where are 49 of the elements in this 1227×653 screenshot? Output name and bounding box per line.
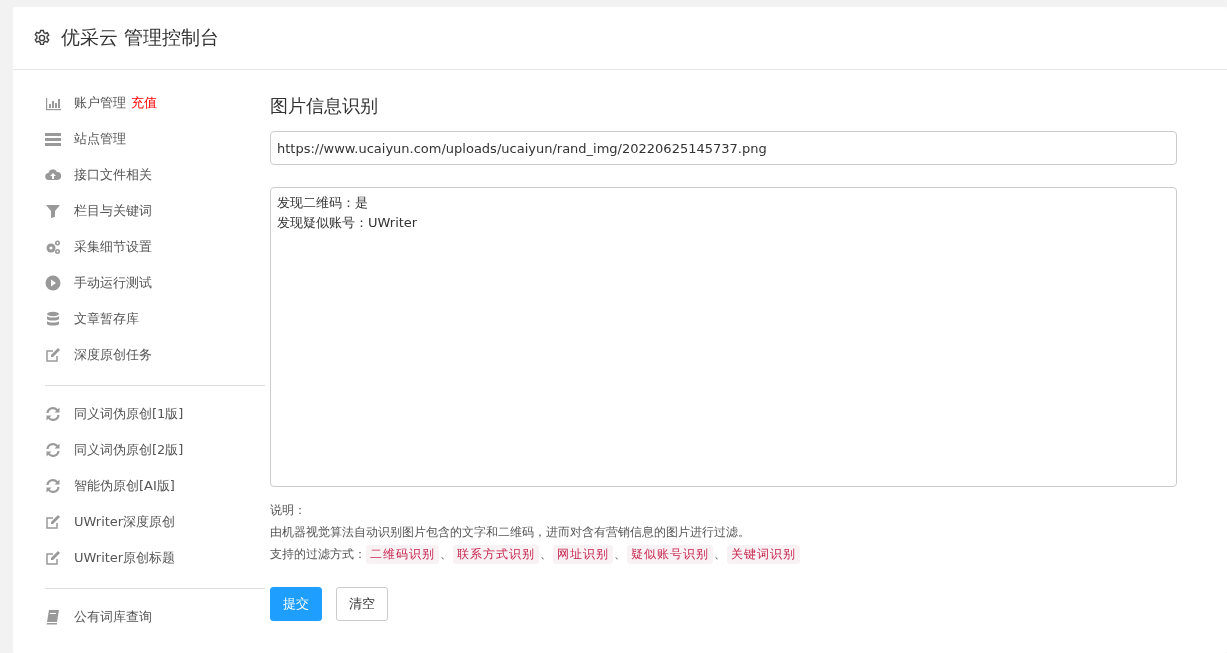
sidebar-item[interactable]: 文章暂存库 xyxy=(74,310,139,328)
play-icon xyxy=(45,275,61,291)
note-text: 由机器视觉算法自动识别图片包含的文字和二维码，进而对含有营销信息的图片进行过滤。 xyxy=(270,524,751,541)
book-icon xyxy=(45,609,61,625)
separator-text: 、 xyxy=(440,546,452,563)
url-field[interactable]: https://www.ucaiyun.com/uploads/ucaiyun/rand_img/20220625145737.png xyxy=(270,131,1177,165)
sidebar-item[interactable]: 同义词伪原创[2版] xyxy=(74,441,184,459)
settings-icon xyxy=(33,29,51,47)
filter-method-tag: 二维码识别 xyxy=(366,544,439,564)
clear-button[interactable]: 清空 xyxy=(336,587,388,621)
edit-icon xyxy=(45,514,61,530)
result-box[interactable]: 发现二维码：是 发现疑似账号：UWriter xyxy=(270,187,1177,487)
filter-method-tag: 网址识别 xyxy=(553,544,613,564)
database-icon xyxy=(45,311,61,327)
sidebar-item[interactable]: 采集细节设置 xyxy=(74,238,152,256)
gears-icon xyxy=(45,239,61,255)
sidebar-item[interactable]: 栏目与关键词 xyxy=(74,202,152,220)
cloud-upload-icon xyxy=(45,167,61,183)
sidebar-item[interactable]: 同义词伪原创[1版] xyxy=(74,405,184,423)
filter-method-tag: 关键词识别 xyxy=(727,544,800,564)
sidebar-item[interactable]: 站点管理 xyxy=(74,130,126,148)
sidebar-item[interactable]: 账户管理 xyxy=(74,94,126,112)
page-title: 图片信息识别 xyxy=(270,94,379,118)
sidebar-item[interactable]: UWriter原创标题 xyxy=(74,549,176,567)
sidebar-item[interactable]: 公有词库查询 xyxy=(74,608,152,626)
note-heading: 说明： xyxy=(270,502,307,519)
refresh-icon xyxy=(45,478,61,494)
filter-icon xyxy=(45,203,61,219)
sidebar-item[interactable]: 智能伪原创[AI版] xyxy=(74,477,175,495)
server-icon xyxy=(45,131,61,147)
app-title: 优采云 管理控制台 xyxy=(61,25,220,50)
separator-text: 、 xyxy=(614,546,626,563)
separator-text: 、 xyxy=(540,546,552,563)
refresh-icon xyxy=(45,442,61,458)
edit-icon xyxy=(45,550,61,566)
separator-text: 、 xyxy=(714,546,726,563)
methods-label: 支持的过滤方式： xyxy=(270,546,366,563)
result-line: 发现疑似账号：UWriter xyxy=(277,214,419,232)
sidebar-item[interactable]: UWriter深度原创 xyxy=(74,513,176,531)
edit-icon xyxy=(45,347,61,363)
sidebar-item[interactable]: 深度原创任务 xyxy=(74,346,152,364)
bar-chart-icon xyxy=(45,95,61,111)
sidebar-item[interactable]: 手动运行测试 xyxy=(74,274,152,292)
filter-method-tag: 疑似账号识别 xyxy=(627,544,713,564)
refresh-icon xyxy=(45,406,61,422)
result-line: 发现二维码：是 xyxy=(277,194,369,212)
sidebar-item[interactable]: 接口文件相关 xyxy=(74,166,152,184)
recharge-link[interactable]: 充值 xyxy=(131,94,157,112)
filter-method-tag: 联系方式识别 xyxy=(453,544,539,564)
